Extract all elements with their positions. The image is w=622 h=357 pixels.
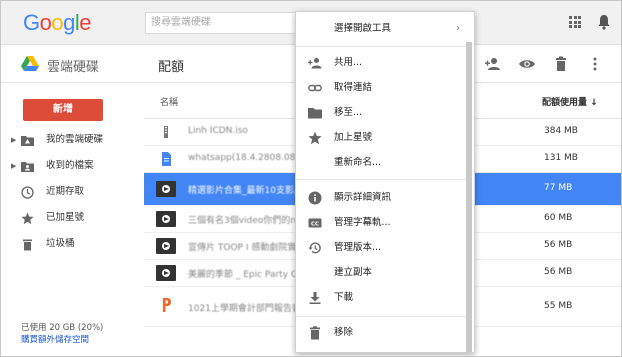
download-icon bbox=[309, 292, 321, 304]
file-name: 宣傳片 TOOP I 感動劇院實錄 bbox=[188, 243, 298, 253]
shared-folder-icon bbox=[21, 162, 34, 172]
file-quota: 384 MB bbox=[544, 126, 578, 136]
menu-item-make-copy[interactable]: 建立副本 bbox=[296, 262, 466, 284]
captions-icon: CC bbox=[308, 218, 322, 228]
file-name: 三個有名3個video你們的reply bbox=[188, 216, 298, 226]
context-menu: 選擇開啟工具 › 共用... 取得連結 移至... 加上星號 重新命名... 顯… bbox=[295, 11, 475, 353]
bell-icon[interactable] bbox=[597, 14, 611, 30]
trash-icon bbox=[23, 239, 32, 251]
history-icon bbox=[308, 242, 321, 254]
preview-eye-icon[interactable] bbox=[519, 56, 535, 72]
menu-divider bbox=[296, 179, 466, 180]
star-icon bbox=[21, 212, 34, 225]
doc-file-icon bbox=[162, 152, 171, 166]
file-name: 精選影片合集_最新10支影片 bbox=[188, 186, 298, 196]
sidebar-item-my-drive[interactable]: ▶ 我的雲端硬碟 bbox=[1, 129, 144, 151]
expand-caret-icon[interactable]: ▶ bbox=[11, 155, 16, 177]
menu-item-captions[interactable]: CC 管理字幕軌... bbox=[296, 212, 466, 234]
menu-item-rename[interactable]: 重新命名... bbox=[296, 152, 466, 174]
drive-folder-icon bbox=[21, 136, 34, 146]
sidebar-item-shared[interactable]: ▶ 收到的檔案 bbox=[1, 155, 144, 177]
column-header-quota[interactable]: 配額使用量 ↓ bbox=[542, 95, 598, 108]
svg-text:CC: CC bbox=[311, 222, 319, 228]
menu-divider bbox=[296, 46, 466, 47]
share-person-icon bbox=[308, 58, 322, 69]
star-icon bbox=[308, 131, 322, 145]
menu-item-add-star[interactable]: 加上星號 bbox=[296, 127, 466, 149]
file-quota: 77 MB bbox=[544, 183, 573, 193]
file-quota: 131 MB bbox=[544, 153, 578, 163]
new-button[interactable]: 新增 bbox=[23, 99, 103, 121]
video-thumbnail-icon bbox=[156, 238, 176, 254]
storage-info: 已使用 20 GB (20%) 購買額外儲存空間 bbox=[21, 322, 103, 346]
menu-item-move-to[interactable]: 移至... bbox=[296, 102, 466, 124]
drive-logo-icon[interactable] bbox=[21, 56, 39, 72]
submenu-arrow-icon: › bbox=[456, 23, 460, 34]
zip-file-icon bbox=[164, 126, 168, 138]
video-thumbnail-icon bbox=[156, 211, 176, 227]
app-title: 雲端硬碟 bbox=[47, 60, 100, 75]
context-menu-scrollbar[interactable] bbox=[466, 42, 472, 352]
menu-item-remove[interactable]: 移除 bbox=[296, 322, 466, 344]
storage-used-text: 已使用 20 GB (20%) bbox=[21, 323, 104, 333]
file-quota: 55 MB bbox=[544, 301, 573, 311]
file-name: whatsapp(18.4.2808.0817 bbox=[188, 153, 298, 163]
breadcrumb: 配額 bbox=[158, 60, 185, 75]
menu-item-get-link[interactable]: 取得連結 bbox=[296, 77, 466, 99]
file-quota: 56 MB bbox=[544, 240, 573, 250]
trash-icon bbox=[310, 326, 320, 340]
expand-caret-icon[interactable]: ▶ bbox=[11, 129, 16, 151]
add-person-icon[interactable] bbox=[485, 56, 501, 72]
sidebar-item-starred[interactable]: 已加星號 bbox=[1, 207, 144, 229]
more-options-icon[interactable] bbox=[587, 56, 603, 72]
video-thumbnail-icon bbox=[156, 181, 176, 197]
sidebar-item-recent[interactable]: 近期存取 bbox=[1, 181, 144, 203]
link-icon bbox=[308, 84, 322, 92]
column-header-name[interactable]: 名稱 bbox=[160, 95, 178, 108]
menu-item-download[interactable]: 下載 bbox=[296, 287, 466, 309]
menu-item-details[interactable]: 顯示詳細資訊 bbox=[296, 187, 466, 209]
file-quota: 56 MB bbox=[544, 267, 573, 277]
menu-divider bbox=[296, 316, 466, 317]
sidebar: 新增 ▶ 我的雲端硬碟 ▶ 收到的檔案 近期存取 已加星號 垃圾桶 已使用 20… bbox=[1, 83, 144, 356]
trash-icon[interactable] bbox=[553, 56, 569, 72]
folder-icon bbox=[308, 108, 322, 119]
menu-item-share[interactable]: 共用... bbox=[296, 52, 466, 74]
presentation-file-icon bbox=[163, 298, 171, 312]
menu-item-open-with[interactable]: 選擇開啟工具 › bbox=[296, 18, 466, 40]
apps-grid-icon[interactable] bbox=[569, 16, 581, 28]
buy-storage-link[interactable]: 購買額外儲存空間 bbox=[21, 334, 103, 346]
file-name: 美麗的季節 _ Epic Party Cast bbox=[188, 270, 298, 280]
sidebar-item-trash[interactable]: 垃圾桶 bbox=[1, 233, 144, 255]
clock-icon bbox=[21, 186, 34, 199]
google-logo[interactable]: Google bbox=[23, 10, 92, 36]
menu-item-versions[interactable]: 管理版本... bbox=[296, 237, 466, 259]
file-name: Linh ICDN.iso bbox=[188, 126, 248, 136]
video-thumbnail-icon bbox=[156, 265, 176, 281]
info-icon bbox=[308, 191, 322, 205]
file-name: 1021上學期會計部門報告書 bbox=[188, 304, 298, 314]
drive-window: Google 搜尋雲端硬碟 雲端硬碟 配額 新增 ▶ 我的雲端硬碟 ▶ 收到的檔… bbox=[0, 0, 622, 357]
file-quota: 60 MB bbox=[544, 213, 573, 223]
